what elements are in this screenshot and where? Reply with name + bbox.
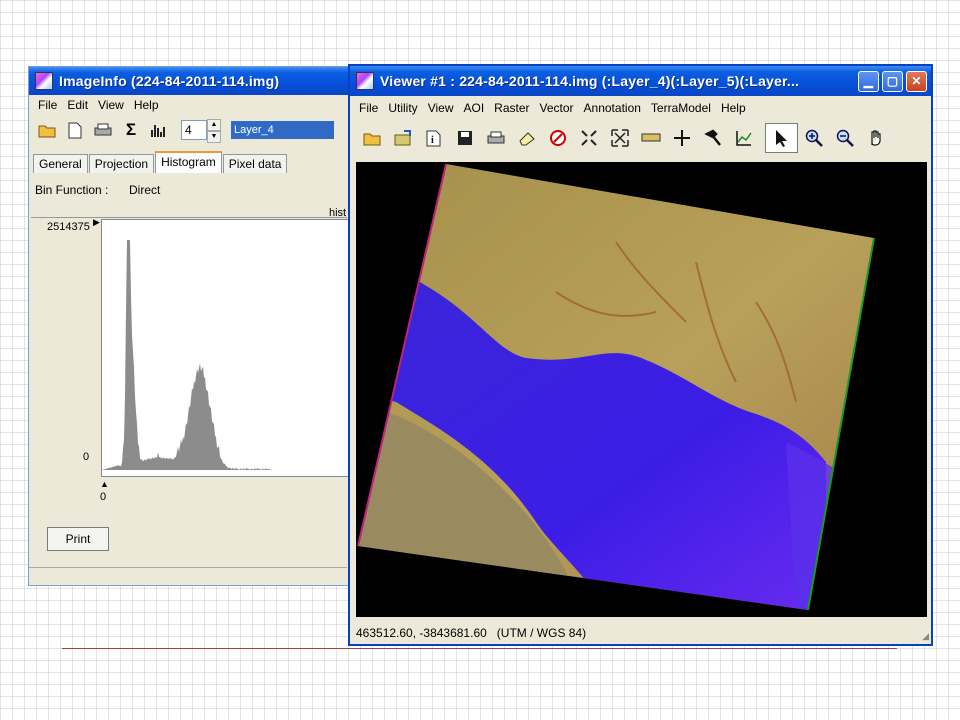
- open-folder-icon[interactable]: [356, 124, 387, 152]
- zoom-out-fit-icon[interactable]: [604, 124, 635, 152]
- clear-icon[interactable]: [542, 124, 573, 152]
- imageinfo-window: ImageInfo (224-84-2011-114.img) File Edi…: [28, 66, 350, 586]
- zoom-out-icon[interactable]: [829, 124, 860, 152]
- viewer-menu-vector[interactable]: Vector: [535, 101, 579, 115]
- viewer-menu-aoi[interactable]: AOI: [458, 101, 489, 115]
- crosshair-icon[interactable]: [666, 124, 697, 152]
- open-folder-icon[interactable]: [33, 116, 61, 144]
- viewer-menu-help[interactable]: Help: [716, 101, 751, 115]
- imageinfo-titlebar[interactable]: ImageInfo (224-84-2011-114.img): [29, 67, 348, 95]
- map-projection: (UTM / WGS 84): [496, 626, 587, 640]
- bin-function-label: Bin Function :: [35, 183, 109, 197]
- tab-projection[interactable]: Projection: [88, 154, 155, 173]
- slide-divider-line: [62, 648, 897, 649]
- imageinfo-menu-view[interactable]: View: [93, 98, 129, 112]
- imageinfo-menu-edit[interactable]: Edit: [62, 98, 93, 112]
- viewer-window: Viewer #1 : 224-84-2011-114.img (:Layer_…: [348, 64, 933, 646]
- resize-grip-icon[interactable]: ◢: [922, 631, 929, 642]
- satellite-image: [357, 163, 875, 611]
- imageinfo-menubar: File Edit View Help: [29, 95, 348, 115]
- viewer-menu-raster[interactable]: Raster: [489, 101, 534, 115]
- new-document-icon[interactable]: [61, 116, 89, 144]
- layer-select[interactable]: Layer_4: [231, 121, 334, 139]
- eraser-icon[interactable]: [511, 124, 542, 152]
- imageinfo-menu-help[interactable]: Help: [129, 98, 164, 112]
- imageinfo-tabs: General Projection Histogram Pixel data: [33, 151, 348, 173]
- histogram-y-min: 0: [83, 451, 90, 463]
- cursor-coordinates: 463512.60, -3843681.60: [356, 626, 487, 640]
- viewer-menu-annotation[interactable]: Annotation: [579, 101, 646, 115]
- bin-function-value: Direct: [129, 183, 161, 197]
- band-number-input[interactable]: 4: [181, 120, 207, 140]
- imageinfo-menu-file[interactable]: File: [33, 98, 62, 112]
- viewer-menu-terramodel[interactable]: TerraModel: [646, 101, 716, 115]
- close-icon[interactable]: ✕: [906, 70, 927, 92]
- band-spinner[interactable]: ▲ ▼: [207, 119, 221, 143]
- info-icon[interactable]: i: [418, 124, 449, 152]
- histogram-plot: [101, 219, 350, 477]
- viewer-statusbar: 463512.60, -3843681.60 (UTM / WGS 84): [356, 623, 927, 643]
- x-min-marker-icon: ▲: [100, 479, 109, 489]
- histogram-bars: [102, 240, 272, 470]
- spin-up-icon[interactable]: ▲: [207, 119, 221, 131]
- zoom-in-icon[interactable]: [798, 124, 829, 152]
- printer-icon[interactable]: [89, 116, 117, 144]
- viewer-toolbar: i: [350, 120, 931, 156]
- pan-hand-icon[interactable]: [860, 124, 891, 152]
- erdas-app-icon: [356, 72, 374, 90]
- histogram-svg: [102, 240, 272, 470]
- histogram-label: hist: [329, 207, 347, 219]
- histogram-y-max: 2514375: [47, 221, 90, 233]
- measure-icon[interactable]: [635, 124, 666, 152]
- tab-pixel-data[interactable]: Pixel data: [222, 154, 288, 173]
- viewer-title: Viewer #1 : 224-84-2011-114.img (:Layer_…: [380, 73, 800, 89]
- zoom-in-fit-icon[interactable]: [573, 124, 604, 152]
- viewer-menu-file[interactable]: File: [354, 101, 383, 115]
- viewer-titlebar[interactable]: Viewer #1 : 224-84-2011-114.img (:Layer_…: [350, 66, 931, 96]
- save-icon[interactable]: [449, 124, 480, 152]
- viewer-menubar: File Utility View AOI Raster Vector Anno…: [350, 96, 931, 120]
- viewer-menu-view[interactable]: View: [423, 101, 459, 115]
- svg-text:i: i: [431, 135, 434, 146]
- imageinfo-statusbar: [29, 567, 347, 584]
- imageinfo-title: ImageInfo (224-84-2011-114.img): [59, 73, 280, 89]
- spin-down-icon[interactable]: ▼: [207, 131, 221, 143]
- pointer-icon[interactable]: [765, 123, 798, 153]
- imageinfo-toolbar: Σ 4 ▲ ▼ Layer_4: [29, 115, 348, 145]
- erdas-app-icon: [35, 72, 53, 90]
- histogram-x-min: 0: [100, 491, 107, 503]
- profile-icon[interactable]: [728, 124, 759, 152]
- tab-general[interactable]: General: [33, 154, 88, 173]
- satellite-image-viewport[interactable]: [356, 162, 927, 617]
- open-layer-icon[interactable]: [387, 124, 418, 152]
- minimize-icon[interactable]: ▁: [858, 70, 879, 92]
- maximize-icon[interactable]: ▢: [882, 70, 903, 92]
- viewer-menu-utility[interactable]: Utility: [383, 101, 422, 115]
- tab-histogram[interactable]: Histogram: [155, 151, 222, 173]
- printer-icon[interactable]: [480, 124, 511, 152]
- print-button[interactable]: Print: [47, 527, 109, 551]
- y-max-marker-icon: ▶: [93, 217, 100, 227]
- hammer-icon[interactable]: [697, 124, 728, 152]
- sigma-icon[interactable]: Σ: [117, 116, 145, 144]
- histogram-icon[interactable]: [145, 116, 173, 144]
